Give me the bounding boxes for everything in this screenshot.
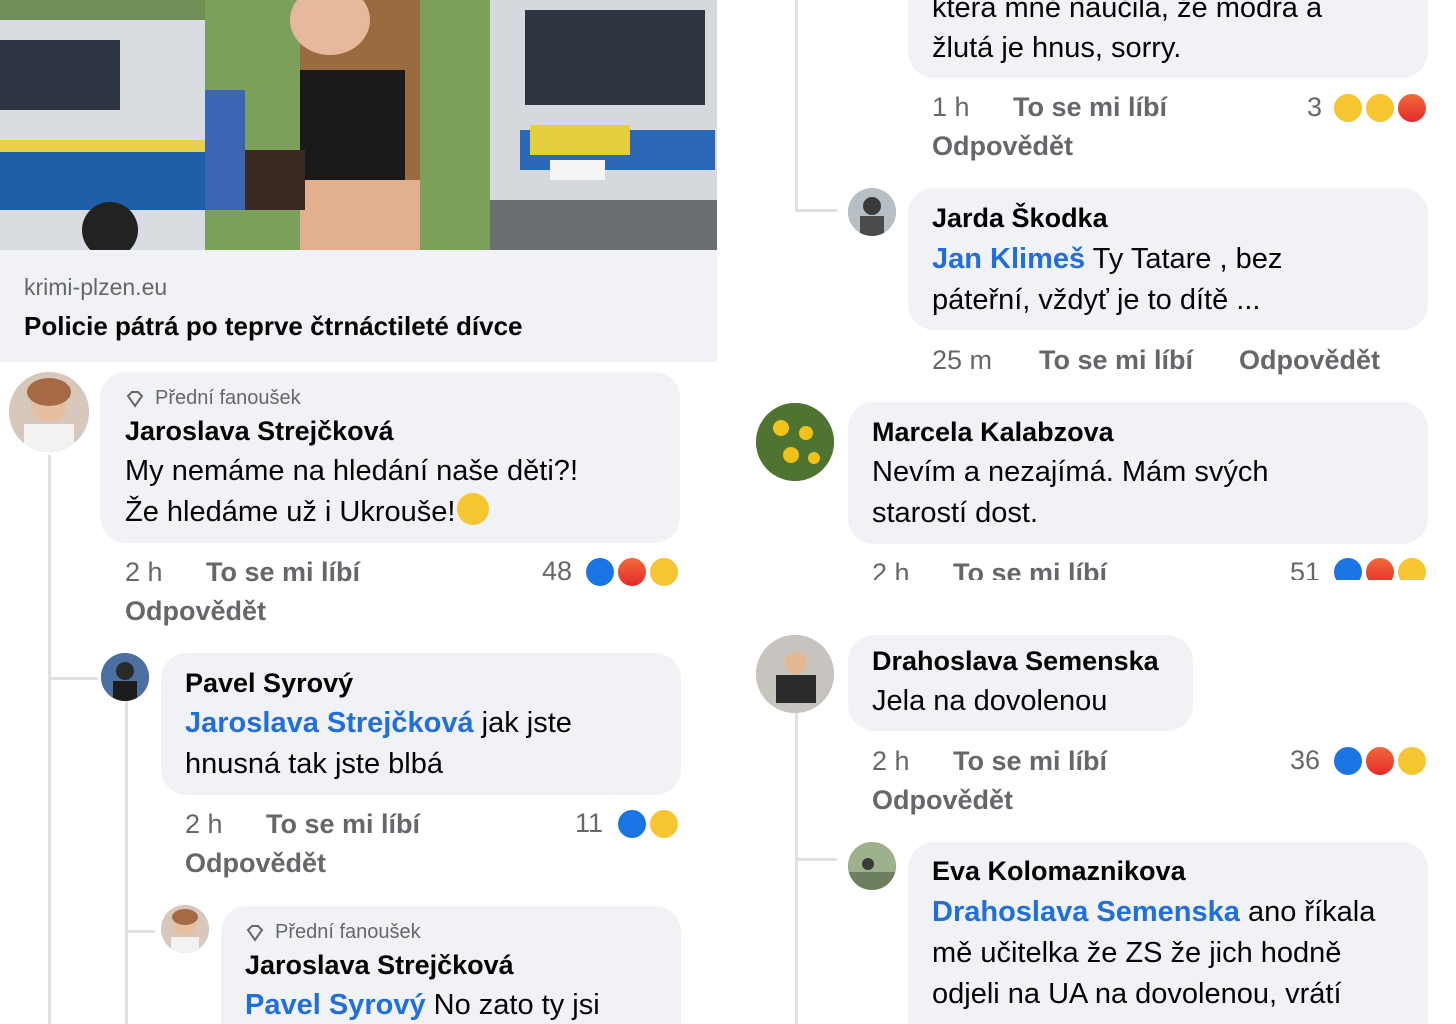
haha-reaction-icon: [1332, 92, 1364, 124]
reply-button[interactable]: Odpovědět: [185, 848, 326, 879]
thread-connector: [795, 209, 837, 212]
avatar[interactable]: [756, 403, 834, 481]
mention-link[interactable]: Jan Klimeš: [932, 243, 1085, 275]
thread-connector: [125, 930, 155, 933]
comment-text-line: Pavel Syrový No zato ty jsi: [245, 989, 600, 1021]
link-preview-meta[interactable]: [0, 250, 717, 362]
angry-reaction-icon: [1364, 745, 1396, 777]
like-button[interactable]: To se mi líbí: [206, 557, 360, 588]
comment-time[interactable]: 1 h: [932, 92, 970, 123]
haha-reaction-icon: [648, 808, 680, 840]
comment-author[interactable]: Eva Kolomaznikova: [932, 856, 1186, 887]
comment-time[interactable]: 2 h: [872, 558, 910, 580]
comment-author[interactable]: Drahoslava Semenska: [872, 646, 1159, 677]
comment-time[interactable]: 2 h: [872, 746, 910, 777]
comment-author[interactable]: Jaroslava Strejčková: [125, 416, 394, 447]
top-fan-badge: Přední fanoušek: [155, 387, 301, 409]
comment-text-line: Nevím a nezajímá. Mám svých: [872, 456, 1269, 488]
comment-time[interactable]: 2 h: [125, 557, 163, 588]
top-fan-icon: [125, 389, 145, 414]
thread-connector: [48, 677, 98, 680]
comment-text-line: My nemáme na hledání naše děti?!: [125, 455, 578, 487]
reaction-count[interactable]: 11: [575, 808, 603, 839]
comment-text-line: která mně naučila, že modrá a: [932, 0, 1323, 24]
comment-text-line: Jela na dovolenou: [872, 685, 1108, 717]
comment-author[interactable]: Marcela Kalabzova: [872, 417, 1114, 448]
comment-author[interactable]: Jarda Škodka: [932, 203, 1108, 234]
link-preview-image[interactable]: [0, 0, 717, 250]
thread-line: [795, 712, 798, 1024]
haha-reaction-icon: [648, 556, 680, 588]
like-button[interactable]: To se mi líbí: [953, 746, 1107, 777]
angry-reaction-icon: [616, 556, 648, 588]
comment-time[interactable]: 25 m: [932, 345, 992, 376]
comment-text-line: mě učitelka že ZS že jich hodně: [932, 937, 1342, 969]
comment-text-line: Že hledáme už i Ukrouše!: [125, 492, 490, 533]
like-reaction-icon: [1332, 556, 1364, 580]
angry-reaction-icon: [1396, 92, 1428, 124]
like-reaction-icon: [616, 808, 648, 840]
angry-reaction-icon: [1364, 556, 1396, 580]
comment-text-line: starostí dost.: [872, 497, 1039, 529]
mention-link[interactable]: Pavel Syrový: [245, 989, 426, 1021]
mention-link[interactable]: Jaroslava Strejčková: [185, 707, 474, 739]
comment-text-line: Drahoslava Semenska ano říkala: [932, 896, 1376, 928]
top-fan-icon: [245, 923, 265, 948]
thread-line: [48, 455, 51, 1024]
mention-link[interactable]: Drahoslava Semenska: [932, 896, 1240, 928]
reply-button[interactable]: Odpovědět: [872, 785, 1013, 816]
comment-text-line: Jan Klimeš Ty Tatare , bez: [932, 243, 1283, 275]
reply-button[interactable]: Odpovědět: [932, 131, 1073, 162]
reaction-count[interactable]: 36: [1290, 745, 1320, 776]
like-button[interactable]: To se mi líbí: [953, 558, 1107, 580]
like-reaction-icon: [1332, 745, 1364, 777]
avatar[interactable]: [756, 635, 834, 713]
avatar[interactable]: [848, 842, 896, 890]
like-reaction-icon: [584, 556, 616, 588]
reaction-count[interactable]: 48: [542, 556, 572, 587]
comment-author[interactable]: Pavel Syrový: [185, 668, 353, 699]
left-screenshot-panel: krimi-plzen.eu Policie pátrá po teprve č…: [0, 0, 717, 1024]
avatar[interactable]: [848, 188, 896, 236]
reaction-count[interactable]: 51: [1290, 557, 1320, 580]
comment-text-line: žlutá je hnus, sorry.: [932, 32, 1182, 64]
comment-author[interactable]: Jaroslava Strejčková: [245, 950, 514, 981]
like-button[interactable]: To se mi líbí: [1013, 92, 1167, 123]
link-title[interactable]: Policie pátrá po teprve čtrnáctileté dív…: [24, 311, 523, 342]
reply-button[interactable]: Odpovědět: [1239, 345, 1380, 376]
reply-button[interactable]: Odpovědět: [125, 596, 266, 627]
comment-text-line: hnusná tak jste blbá: [185, 748, 443, 780]
like-button[interactable]: To se mi líbí: [1039, 345, 1193, 376]
like-button[interactable]: To se mi líbí: [266, 809, 420, 840]
right-screenshot-panel: která mně naučila, že modrá a žlutá je h…: [740, 0, 1456, 1024]
thread-line: [795, 0, 798, 212]
haha-reaction-icon: [1396, 556, 1428, 580]
comment-time[interactable]: 2 h: [185, 809, 223, 840]
reaction-count[interactable]: 3: [1307, 92, 1322, 123]
thread-connector: [795, 858, 837, 861]
link-domain: krimi-plzen.eu: [24, 274, 168, 300]
cropped-action-row: 2 h To se mi líbí 51: [840, 556, 1456, 580]
sad-reaction-icon: [1364, 92, 1396, 124]
avatar[interactable]: [101, 653, 149, 701]
top-fan-badge: Přední fanoušek: [275, 921, 421, 943]
avatar[interactable]: [161, 905, 209, 953]
avatar[interactable]: [9, 372, 89, 452]
comment-text-line: páteřní, vždyť je to dítě ...: [932, 284, 1261, 316]
comment-text-line: Jaroslava Strejčková jak jste: [185, 707, 572, 739]
comment-text-line: odjeli na UA na dovolenou, vrátí: [932, 978, 1342, 1010]
laughing-emoji-icon: [457, 493, 490, 525]
haha-reaction-icon: [1396, 745, 1428, 777]
thread-line: [125, 700, 128, 1024]
